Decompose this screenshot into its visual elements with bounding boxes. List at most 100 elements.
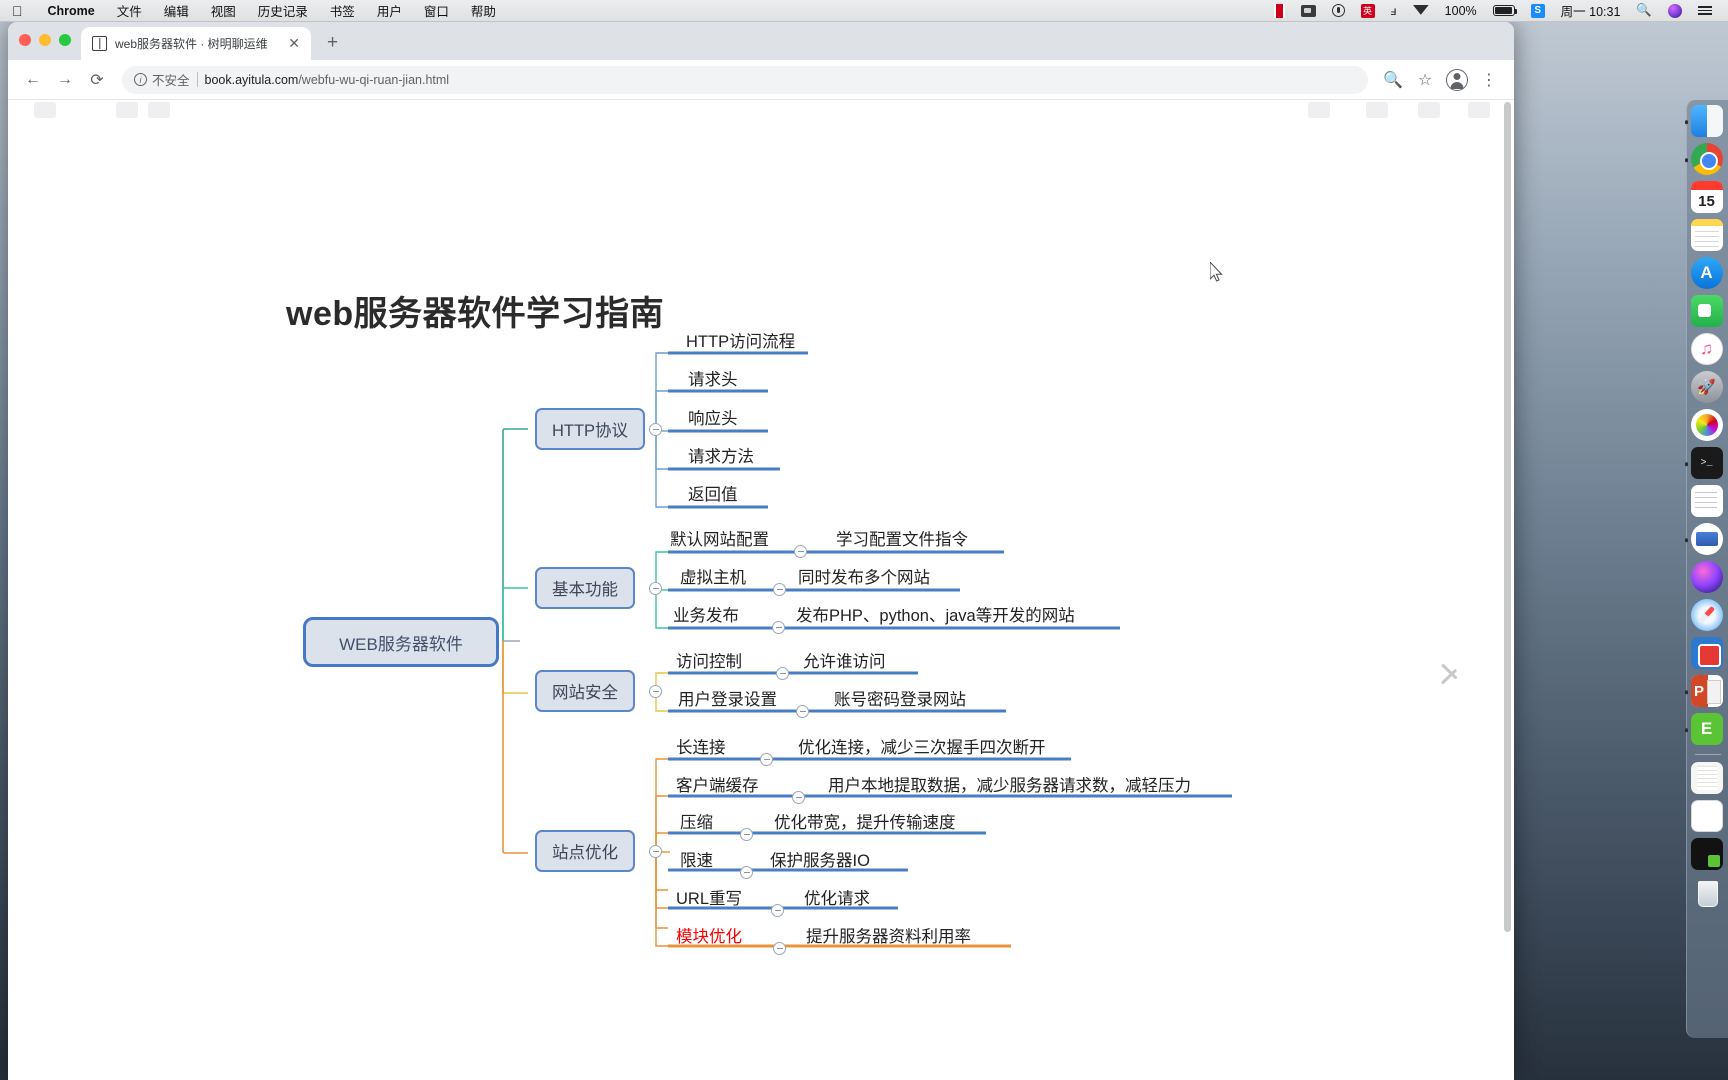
dock-item-finder[interactable] — [1684, 105, 1725, 139]
address-bar[interactable]: i 不安全 book.ayitula.com/webfu-wu-qi-ruan-… — [122, 65, 1368, 94]
mindmap-branch-http[interactable]: HTTP协议 — [535, 408, 645, 450]
dock-item-launchpad[interactable] — [1690, 371, 1725, 405]
leaf-default-site[interactable]: 默认网站配置 — [670, 532, 769, 549]
toggle-url-rewrite[interactable] — [771, 904, 784, 917]
leaf-request-method[interactable]: 请求方法 — [688, 449, 754, 466]
menu-item-profiles[interactable]: 用户 — [366, 1, 413, 20]
leaf-ratelimit[interactable]: 限速 — [680, 853, 713, 870]
wifi-icon[interactable] — [1405, 5, 1437, 16]
toggle-compression[interactable] — [740, 828, 753, 841]
dock-item-evernote[interactable]: E — [1684, 713, 1725, 747]
dock-item-facetime[interactable] — [1690, 295, 1725, 329]
siri-icon[interactable] — [1660, 3, 1690, 18]
leaf-keepalive-detail[interactable]: 优化连接，减少三次握手四次断开 — [798, 740, 1046, 757]
sogou-input-icon[interactable]: S — [1523, 3, 1553, 18]
toggle-http[interactable] — [649, 423, 662, 436]
kebab-menu-icon[interactable]: ⋮ — [1474, 65, 1504, 95]
toggle-user-login[interactable] — [796, 705, 809, 718]
menu-item-edit[interactable]: 编辑 — [153, 1, 200, 20]
toggle-ratelimit[interactable] — [740, 866, 753, 879]
back-button[interactable]: ← — [18, 65, 48, 95]
leaf-vhost[interactable]: 虚拟主机 — [680, 570, 746, 587]
toggle-access-control[interactable] — [776, 667, 789, 680]
dock-item-document-shredder[interactable] — [1690, 762, 1725, 796]
leaf-return-value[interactable]: 返回值 — [688, 487, 738, 504]
toggle-client-cache[interactable] — [792, 791, 805, 804]
dock-item-remote-desktop[interactable] — [1690, 637, 1725, 671]
dock-item-dictionary[interactable] — [1684, 523, 1725, 557]
star-icon[interactable]: ☆ — [1410, 65, 1440, 95]
maximize-window-button[interactable] — [59, 34, 71, 46]
menu-item-view[interactable]: 视图 — [200, 1, 247, 20]
input-method-icon[interactable]: 英 — [1353, 3, 1383, 18]
clock-label[interactable]: 周一 10:31 — [1553, 1, 1629, 20]
reload-button[interactable]: ⟳ — [82, 65, 112, 95]
leaf-ratelimit-detail[interactable]: 保护服务器IO — [770, 853, 870, 870]
leaf-user-login-detail[interactable]: 账号密码登录网站 — [834, 692, 966, 709]
close-window-button[interactable] — [19, 34, 31, 46]
leaf-publish-detail[interactable]: 发布PHP、python、java等开发的网站 — [796, 608, 1075, 625]
browser-tab[interactable]: web服务器软件 · 树明聊运维 ✕ — [81, 27, 311, 60]
dock-item-app-store[interactable]: A — [1690, 257, 1725, 291]
mindmap-branch-security[interactable]: 网站安全 — [535, 670, 635, 712]
zoom-search-icon[interactable]: 🔍 — [1378, 65, 1408, 95]
apple-menu-icon[interactable]:  — [12, 4, 23, 18]
dock-item-powerpoint[interactable] — [1684, 675, 1725, 709]
menu-item-file[interactable]: 文件 — [106, 1, 153, 20]
site-security-indicator[interactable]: i 不安全 — [134, 70, 190, 89]
dock-item-music[interactable] — [1690, 333, 1725, 367]
leaf-access-control[interactable]: 访问控制 — [676, 654, 742, 671]
menu-item-history[interactable]: 历史记录 — [247, 1, 319, 20]
leaf-http-flow[interactable]: HTTP访问流程 — [686, 334, 795, 351]
menu-item-help[interactable]: 帮助 — [460, 1, 507, 20]
spotlight-search-icon[interactable]: 🔍 — [1628, 3, 1660, 18]
leaf-module-optimize-detail[interactable]: 提升服务器资料利用率 — [806, 929, 971, 946]
menu-item-chrome[interactable]: Chrome — [37, 4, 106, 18]
scrollbar-thumb[interactable] — [1504, 102, 1511, 932]
toggle-publish[interactable] — [772, 621, 785, 634]
film-strip-icon[interactable] — [1266, 3, 1293, 18]
dock-item-trash[interactable] — [1691, 876, 1725, 910]
new-tab-button[interactable]: + — [327, 32, 338, 54]
control-center-icon[interactable] — [1690, 5, 1720, 16]
battery-percent-label[interactable]: 100% — [1437, 4, 1485, 18]
leaf-compression[interactable]: 压缩 — [680, 815, 713, 832]
toggle-keepalive[interactable] — [760, 753, 773, 766]
leaf-keepalive[interactable]: 长连接 — [676, 740, 726, 757]
leaf-client-cache-detail[interactable]: 用户本地提取数据，减少服务器请求数，减轻压力 — [828, 778, 1191, 795]
close-tab-icon[interactable]: ✕ — [285, 35, 303, 52]
leaf-response-head[interactable]: 响应头 — [688, 411, 738, 428]
dock-item-document-dark[interactable] — [1690, 838, 1725, 872]
mindmap-branch-basic[interactable]: 基本功能 — [535, 567, 635, 609]
leaf-client-cache[interactable]: 客户端缓存 — [676, 778, 759, 795]
toggle-optimize[interactable] — [649, 845, 662, 858]
mindmap-branch-optimize[interactable]: 站点优化 — [535, 830, 635, 872]
toggle-default-site[interactable] — [794, 545, 807, 558]
leaf-vhost-detail[interactable]: 同时发布多个网站 — [798, 570, 930, 587]
menu-item-window[interactable]: 窗口 — [413, 1, 460, 20]
leaf-publish[interactable]: 业务发布 — [673, 608, 739, 625]
battery-icon[interactable] — [1485, 5, 1523, 16]
dock-item-notes[interactable] — [1690, 219, 1725, 253]
leaf-default-site-detail[interactable]: 学习配置文件指令 — [836, 532, 968, 549]
toggle-module-optimize[interactable] — [773, 942, 786, 955]
dock-item-calendar[interactable]: 15 — [1690, 181, 1725, 215]
minimize-window-button[interactable] — [39, 34, 51, 46]
dock-item-safari[interactable] — [1690, 599, 1725, 633]
menu-item-bookmarks[interactable]: 书签 — [319, 1, 366, 20]
toggle-vhost[interactable] — [773, 583, 786, 596]
toggle-security[interactable] — [649, 685, 662, 698]
dock-item-siri[interactable] — [1690, 561, 1725, 595]
mindmap-root-node[interactable]: WEB服务器软件 — [303, 617, 499, 667]
dock-item-textedit[interactable] — [1690, 485, 1725, 519]
leaf-request-head[interactable]: 请求头 — [688, 372, 738, 389]
microphone-icon[interactable] — [1324, 4, 1353, 17]
leaf-compression-detail[interactable]: 优化带宽，提升传输速度 — [774, 815, 956, 832]
leaf-url-rewrite-detail[interactable]: 优化请求 — [804, 891, 870, 908]
dock-item-photos[interactable] — [1690, 409, 1725, 443]
page-scrollbar[interactable] — [1500, 100, 1514, 1080]
toggle-basic[interactable] — [649, 582, 662, 595]
dock-item-terminal[interactable]: >_ — [1684, 447, 1725, 481]
leaf-user-login[interactable]: 用户登录设置 — [678, 692, 777, 709]
dock-item-chrome[interactable] — [1684, 143, 1725, 177]
